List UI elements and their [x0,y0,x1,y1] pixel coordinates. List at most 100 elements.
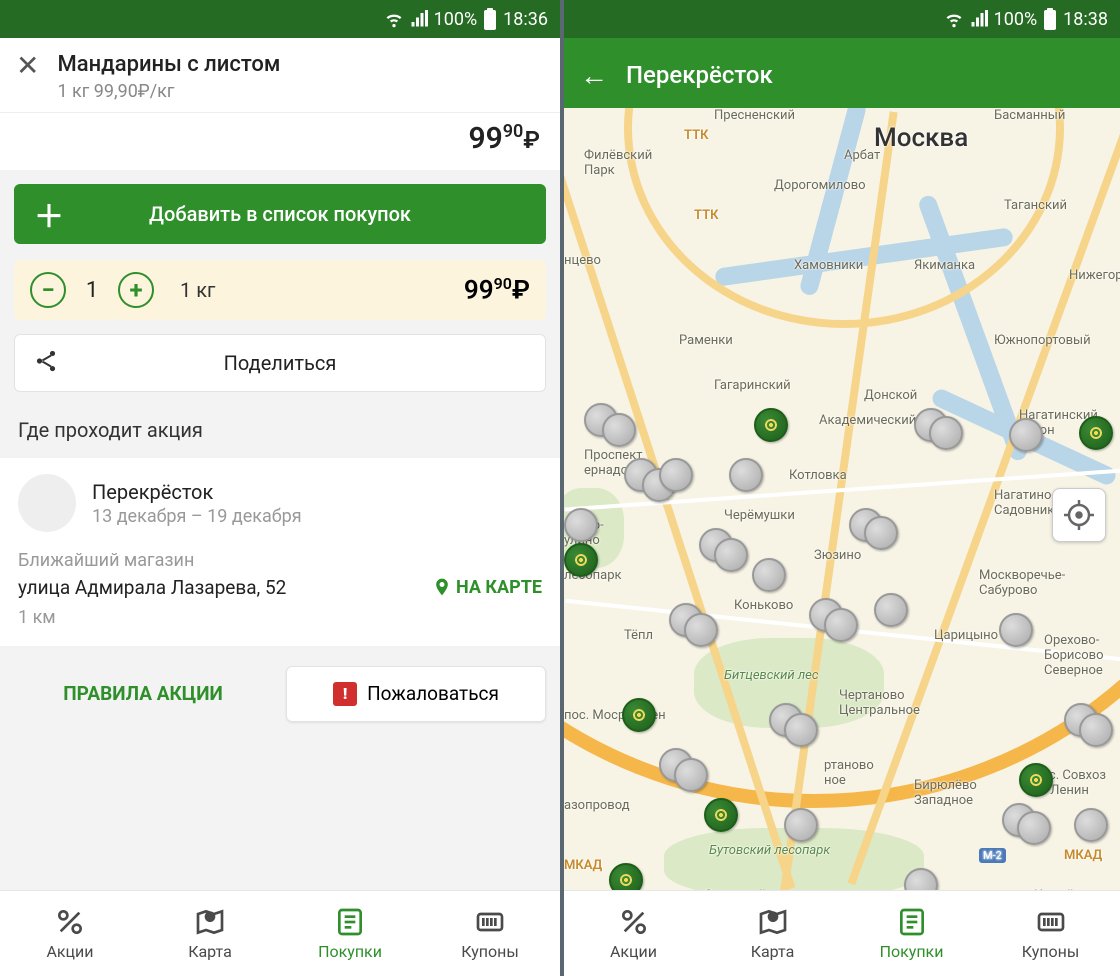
map-label: Раменки [679,333,733,348]
locate-button[interactable] [1052,488,1106,542]
barcode-icon [474,906,506,938]
screen-title: Перекрёсток [626,61,773,89]
where-label: Где проходит акция [18,418,542,442]
map-pin[interactable] [1019,763,1053,797]
map-pin[interactable] [684,613,718,647]
app-bar: ✕ Мандарины с листом 1 кг 99,90₽/кг [0,38,560,113]
add-to-list-button[interactable]: ＋ Добавить в список покупок [14,184,546,244]
nav-promo[interactable]: Акции [0,891,140,976]
map-pin[interactable] [704,798,738,832]
map-pin[interactable] [609,863,643,890]
store-address: улица Адмирала Лазарева, 52 [18,575,422,601]
map-label: Северный [704,888,766,890]
map-pin[interactable] [874,593,908,627]
map-label: ртаново ное [824,758,874,788]
back-icon[interactable]: ← [580,59,608,92]
map-label: Гагаринский [714,378,791,393]
map-pin[interactable] [864,516,898,550]
map-pin[interactable] [904,868,938,890]
list-icon [334,906,366,938]
share-button[interactable]: Поделиться [14,334,546,392]
map-pin[interactable] [729,458,763,492]
map-pin[interactable] [754,408,788,442]
map-label: Коньково [734,598,793,613]
time: 18:38 [1063,9,1108,30]
close-icon[interactable]: ✕ [16,52,39,80]
map-pin[interactable] [1009,418,1043,452]
pin-icon [432,575,452,599]
map-pin[interactable] [824,608,858,642]
map-pin[interactable] [1079,416,1113,450]
map-pin[interactable] [659,458,693,492]
status-bar: 100% 18:36 [0,0,560,38]
decrement-button[interactable]: − [30,272,66,308]
map-pin[interactable] [564,508,598,542]
map-pin[interactable] [784,713,818,747]
battery-icon [1043,8,1057,30]
map-label: Якиманка [914,258,975,273]
map-label: Москворечье- Сабурово [979,568,1065,598]
map-pin[interactable] [674,758,708,792]
map-label: Хамовники [794,258,863,273]
nav-map[interactable]: Карта [140,891,280,976]
complain-button[interactable]: ! Пожаловаться [286,666,546,722]
map-pin[interactable] [622,698,656,732]
map-pin[interactable] [752,558,786,592]
map-pin[interactable] [784,808,818,842]
map-label: МКАД [1064,848,1102,863]
nav-coupons[interactable]: Купоны [420,891,560,976]
on-map-link[interactable]: НА КАРТЕ [432,575,542,599]
map-pin[interactable] [714,538,748,572]
store-dates: 13 декабря – 19 декабря [92,506,302,527]
share-icon [33,348,59,379]
map-pin[interactable] [1079,713,1113,747]
nav-shop[interactable]: Покупки [280,891,420,976]
store-name: Перекрёсток [92,480,302,504]
nav-shop[interactable]: Покупки [842,891,981,976]
price-frac: 90 [503,121,524,142]
wifi-icon [944,9,964,29]
warn-icon: ! [333,682,357,706]
phone-right: 100% 18:38 ← Перекрёсток Москва Пресненс… [560,0,1120,976]
map-label: ТТК [684,128,708,143]
barcode-icon [1035,906,1067,938]
nav-coupons[interactable]: Купоны [981,891,1120,976]
map-label: Бирюлёво Западное [914,778,977,808]
product-subtitle: 1 кг 99,90₽/кг [57,81,544,102]
map-label: Чертаново Центральное [839,688,920,718]
map-icon [194,906,226,938]
currency-symbol: ₽ [523,126,540,154]
plus-icon: ＋ [34,192,64,236]
wifi-icon [384,9,404,29]
map-pin[interactable] [999,613,1033,647]
map-pin[interactable] [1074,808,1108,842]
map-label: Котловка [789,468,847,483]
map-pin[interactable] [1017,811,1051,845]
percent-icon [618,906,650,938]
battery-icon [483,8,497,30]
rules-button[interactable]: ПРАВИЛА АКЦИИ [14,666,272,722]
map-pin[interactable] [564,543,598,577]
map-label: азопровод [564,798,630,813]
signal-icon [970,10,988,28]
map[interactable]: Москва Пресненский Арбат Басманный Филёв… [564,108,1120,890]
nav-map[interactable]: Карта [703,891,842,976]
map-label: Донской [864,388,917,403]
map-label: М-2 [979,848,1006,863]
map-label: Тёпл [624,628,653,643]
store-card[interactable]: Перекрёсток 13 декабря – 19 декабря Ближ… [0,458,560,646]
nav-promo[interactable]: Акции [564,891,703,976]
map-label: Дорогомилово [774,178,866,193]
map-pin[interactable] [929,416,963,450]
bottom-nav: Акции Карта Покупки Купоны [564,890,1120,976]
map-label: Пресненский [714,108,795,123]
map-pin[interactable] [602,413,636,447]
map-label: Измайлово [1034,888,1104,890]
map-label: Арбат [844,148,880,163]
map-label: МКАД [564,858,602,873]
increment-button[interactable]: + [118,272,154,308]
signal-icon [410,10,428,28]
crosshair-icon [1064,500,1094,530]
nearest-label: Ближайший магазин [18,550,542,571]
map-label: Южнопортовый [994,333,1091,348]
